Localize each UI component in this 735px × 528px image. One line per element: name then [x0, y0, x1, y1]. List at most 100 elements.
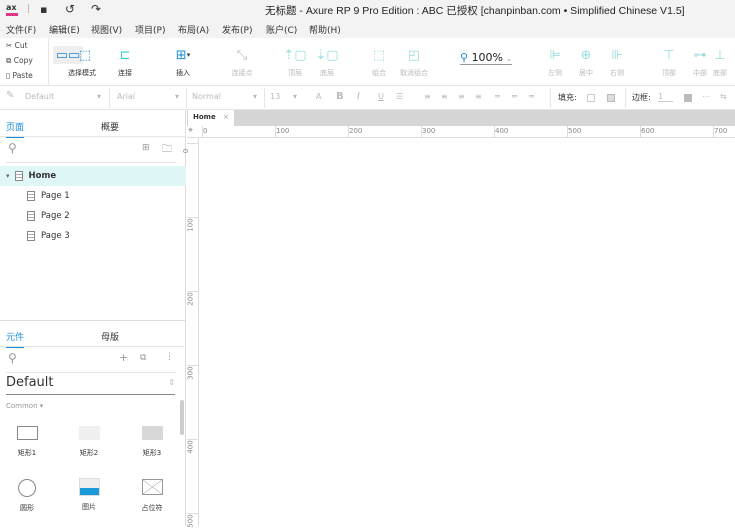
align-text-left-icon[interactable]: ≡ — [424, 92, 431, 101]
add-library-icon[interactable]: + — [119, 351, 128, 364]
paste-button[interactable]: ▯ Paste — [6, 71, 33, 80]
border-arrow-icon[interactable]: ⇆ — [720, 92, 727, 101]
add-folder-icon[interactable]: 🗀 — [162, 142, 172, 159]
menu-file[interactable]: 文件(F) — [6, 23, 36, 36]
align-text-right-icon[interactable]: ≡ — [458, 92, 465, 101]
cut-button[interactable]: ✂ Cut — [6, 41, 28, 50]
menu-help[interactable]: 帮助(H) — [309, 23, 341, 36]
valign-bottom-icon[interactable]: ═ — [529, 92, 534, 101]
divider — [109, 88, 110, 108]
format-toolbar: ✎ Default ▾ Arial ▾ Normal ▾ 13 ▾ A B I … — [0, 86, 735, 110]
menu-publish[interactable]: 发布(P) — [222, 23, 252, 36]
widget-rectangle-1[interactable]: 矩形1 — [2, 426, 52, 458]
page-icon — [27, 211, 35, 221]
menu-project[interactable]: 项目(P) — [135, 23, 165, 36]
font-color-icon[interactable]: A — [316, 92, 321, 101]
fill-label: 填充: — [558, 93, 577, 102]
border-label: 边框: — [632, 93, 651, 102]
ruler-label: 0 — [203, 127, 208, 135]
main-toolbar: ✂ Cut ⧉ Copy ▯ Paste ▭▭ ⬚ 选择模式 ⊏ 连接 ⊞ ▾ 插入… — [0, 38, 735, 86]
tab-label: Home — [193, 113, 216, 121]
title-bar: ax | ▪ ↺ ↷ 无标题 - Axure RP 9 Pro Edition … — [0, 0, 735, 20]
border-color-swatch[interactable] — [684, 94, 692, 102]
page-icon — [27, 231, 35, 241]
plus-box-icon: ⊞ ▾ — [175, 47, 191, 63]
italic-icon[interactable]: I — [357, 91, 360, 102]
tab-home[interactable]: Home × — [188, 110, 234, 126]
widget-label: 图片 — [82, 503, 96, 511]
underline-icon[interactable]: U — [378, 92, 384, 101]
search-icon[interactable]: ⚲ — [8, 141, 17, 155]
zoom-select[interactable]: ⚲ 100% ⌄ — [460, 51, 512, 65]
align-right-button[interactable]: ⊪ 右侧 — [597, 46, 637, 78]
design-canvas[interactable] — [200, 139, 735, 526]
widget-rectangle-3[interactable]: 矩形3 — [127, 426, 177, 458]
ungroup-button[interactable]: ◰ 取消组合 — [394, 46, 434, 78]
ruler-tick — [187, 513, 199, 514]
menu-layout[interactable]: 布局(A) — [178, 23, 209, 36]
select-contained-icon: ⬚ — [78, 47, 92, 63]
close-icon[interactable]: × — [223, 113, 229, 121]
widget-image[interactable]: 图片 — [64, 478, 114, 512]
menu-account[interactable]: 账户(C) — [266, 23, 297, 36]
page-item-home[interactable]: ▾ Home — [0, 166, 186, 186]
select-contained-button[interactable]: ⬚ — [75, 46, 95, 64]
widget-label: 矩形1 — [17, 449, 37, 457]
fill-color-swatch[interactable] — [587, 94, 595, 102]
align-right-icon: ⊪ — [611, 47, 623, 63]
copy-button[interactable]: ⧉ Copy — [6, 56, 33, 66]
widget-rectangle-2[interactable]: 矩形2 — [64, 426, 114, 458]
connect-button[interactable]: ⊏ 连接 — [105, 46, 145, 78]
widget-circle[interactable]: 圆形 — [2, 479, 52, 513]
send-to-back-button[interactable]: ⇣▢ 底层 — [307, 46, 347, 78]
tab-outline[interactable]: 概要 — [101, 120, 119, 133]
menu-view[interactable]: 视图(V) — [91, 23, 122, 36]
caret-down-icon: ▾ — [175, 92, 180, 101]
align-bottom-button[interactable]: ⊥ 底部 — [705, 46, 735, 78]
connection-point-button[interactable]: ⤡ 连接点 — [222, 46, 262, 78]
ruler-label: 400 — [495, 127, 509, 135]
justify-icon[interactable]: ≡ — [475, 92, 482, 101]
bold-icon[interactable]: B — [336, 91, 344, 102]
align-text-center-icon[interactable]: ≡ — [441, 92, 448, 101]
menu-edit[interactable]: 编辑(E) — [49, 23, 80, 36]
redo-icon[interactable]: ↷ — [91, 2, 101, 16]
style-select[interactable]: Default — [25, 92, 54, 101]
panel-divider[interactable] — [0, 320, 186, 321]
page-item[interactable]: Page 2 — [0, 206, 186, 226]
circle-icon — [18, 479, 36, 497]
library-select[interactable]: Default ⇕ — [6, 375, 175, 395]
font-weight-select[interactable]: Normal — [192, 92, 221, 101]
border-width-input[interactable]: 1 — [658, 92, 673, 102]
save-icon[interactable]: ▪ — [40, 3, 47, 16]
ruler-tick — [275, 126, 276, 138]
chevron-updown-icon: ⇕ — [168, 378, 175, 387]
fill-shadow-swatch[interactable] — [607, 94, 615, 102]
ruler-tick — [421, 126, 422, 138]
font-size-select[interactable]: 13 — [270, 92, 280, 101]
page-item[interactable]: Page 1 — [0, 186, 186, 206]
vertical-ruler: 0 100 200 300 400 500 — [182, 138, 199, 528]
tab-masters[interactable]: 母版 — [101, 330, 119, 343]
page-icon — [14, 171, 23, 181]
valign-middle-icon[interactable]: ═ — [512, 92, 517, 101]
scrollbar[interactable] — [180, 400, 184, 435]
widget-group-toggle[interactable]: Common ▾ — [6, 402, 43, 410]
list-icon[interactable]: ☰ — [396, 92, 403, 101]
insert-label: 插入 — [176, 69, 190, 77]
valign-top-icon[interactable]: ═ — [495, 92, 500, 101]
libraries-icon[interactable]: ⧉ — [140, 353, 146, 363]
page-item[interactable]: Page 3 — [0, 226, 186, 246]
page-label: Home — [28, 171, 57, 181]
crosshair-icon: ⌖ — [188, 126, 194, 136]
page-label: Page 2 — [41, 211, 70, 221]
font-select[interactable]: Arial — [117, 92, 135, 101]
insert-button[interactable]: ⊞ ▾ 插入 — [163, 46, 203, 78]
group-button[interactable]: ⬚ 组合 — [359, 46, 399, 78]
search-icon[interactable]: ⚲ — [8, 351, 17, 365]
undo-icon[interactable]: ↺ — [65, 2, 75, 16]
more-options-icon[interactable]: ⋮ — [165, 352, 174, 362]
border-style-icon[interactable]: ⋯ — [702, 92, 710, 101]
widget-placeholder[interactable]: 占位符 — [127, 479, 177, 513]
add-page-icon[interactable]: ⊞ — [142, 143, 150, 153]
